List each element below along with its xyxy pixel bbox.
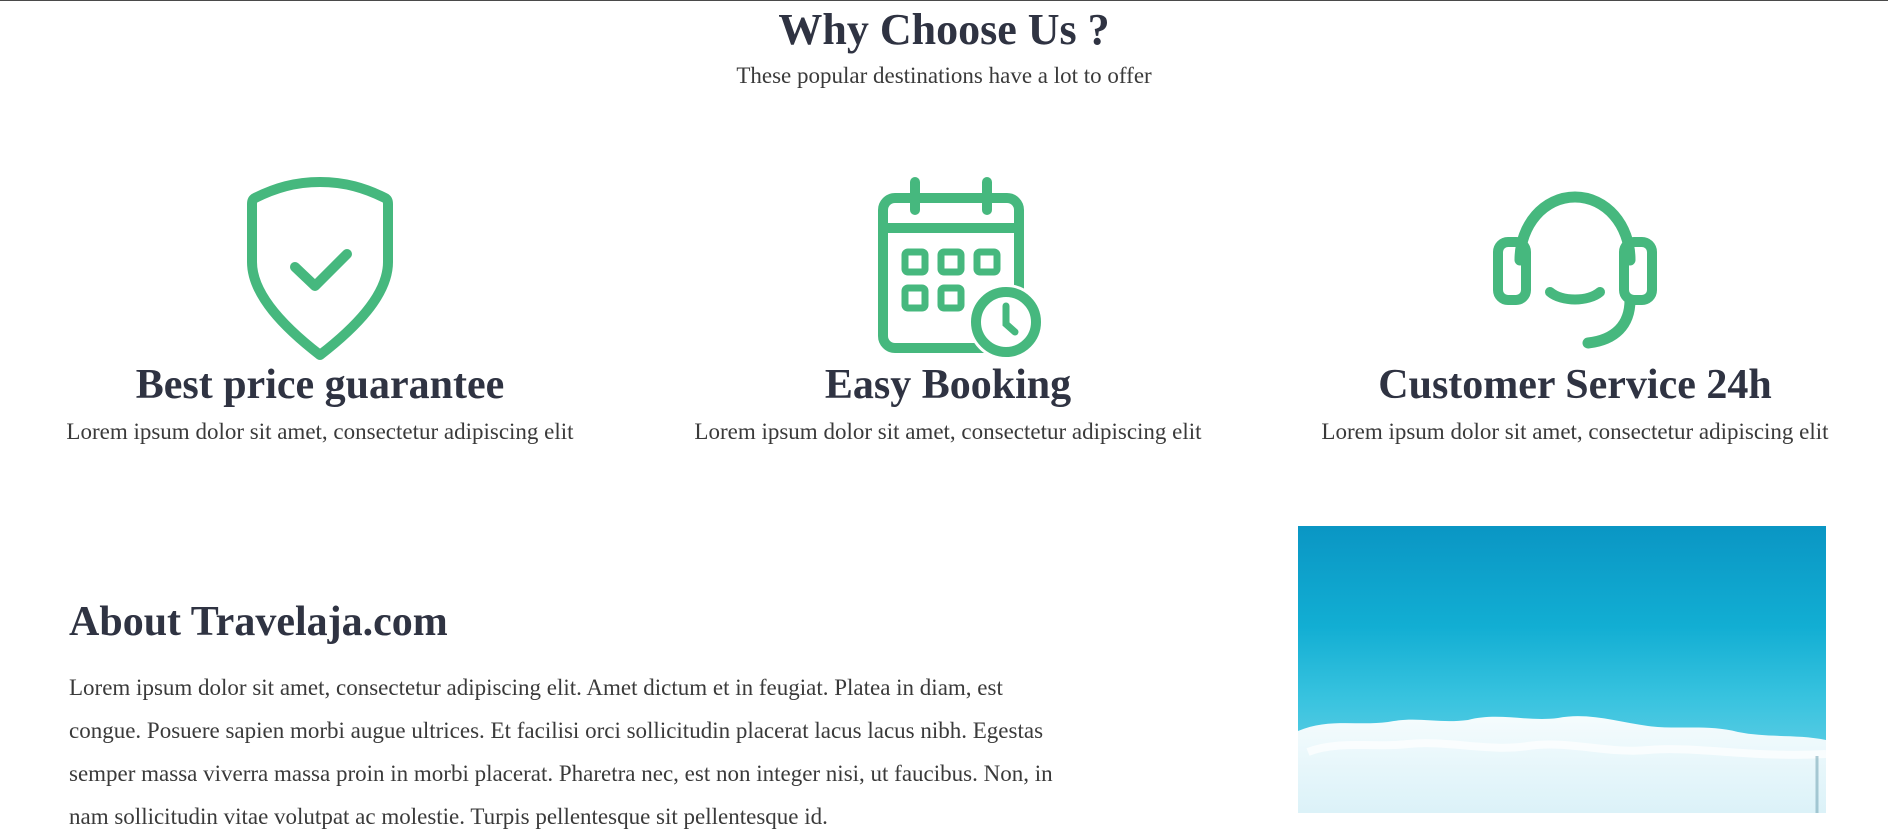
feature-title: Best price guarantee: [135, 362, 505, 408]
sky-clouds-photo: [1298, 716, 1826, 813]
section-title: Why Choose Us ?: [778, 5, 1110, 54]
section-subtitle: These popular destinations have a lot to…: [736, 63, 1152, 88]
feature-description: Lorem ipsum dolor sit amet, consectetur …: [694, 419, 1202, 444]
about-section: About Travelaja.com Lorem ipsum dolor si…: [69, 596, 1059, 838]
calendar-clock-icon: [878, 177, 1043, 360]
about-title: About Travelaja.com: [69, 599, 448, 645]
about-body: Lorem ipsum dolor sit amet, consectetur …: [69, 675, 1053, 829]
feature-easy-booking: Easy Booking Lorem ipsum dolor sit amet,…: [648, 170, 1248, 444]
feature-title: Easy Booking: [824, 362, 1072, 408]
shield-check-icon: [247, 177, 393, 360]
feature-customer-service: Customer Service 24h Lorem ipsum dolor s…: [1275, 170, 1875, 444]
feature-description: Lorem ipsum dolor sit amet, consectetur …: [66, 419, 574, 444]
headset-icon: [1493, 191, 1657, 349]
top-divider: [0, 0, 1888, 1]
feature-title: Customer Service 24h: [1378, 362, 1772, 408]
feature-description: Lorem ipsum dolor sit amet, consectetur …: [1321, 419, 1829, 444]
about-image: [1298, 526, 1826, 813]
feature-best-price: Best price guarantee Lorem ipsum dolor s…: [20, 170, 620, 444]
